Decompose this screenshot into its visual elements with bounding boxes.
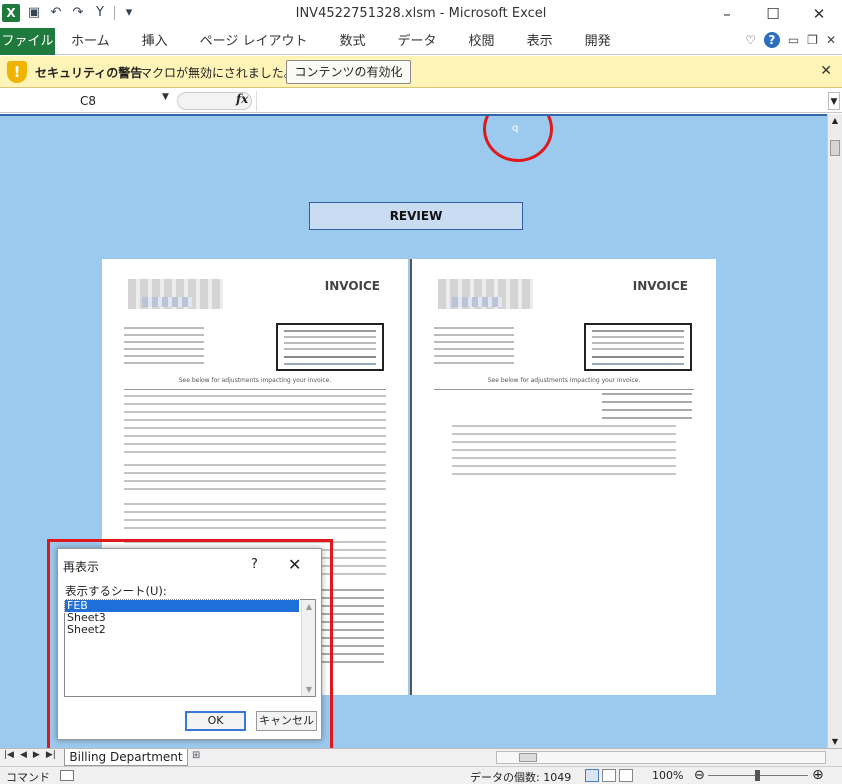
page-layout-view-icon[interactable] <box>602 769 616 782</box>
sheet-tab-bar: |◀ ◀ ▶ ▶| Billing Department ⊞ <box>0 748 842 766</box>
zoom-in-icon[interactable]: ⊕ <box>812 767 824 783</box>
ways-to-pay-block <box>452 425 676 481</box>
close-icon[interactable]: ✕ <box>820 63 832 79</box>
name-box[interactable]: C8 <box>2 91 174 111</box>
security-warning-message: マクロが無効にされました。 <box>140 66 296 80</box>
address-block <box>124 327 204 365</box>
invoice-title: INVOICE <box>632 279 688 293</box>
formula-bar: C8 ▼ fx ▼ <box>0 89 842 113</box>
scrollbar-thumb[interactable] <box>830 140 840 156</box>
scrollbar-thumb[interactable] <box>519 753 537 762</box>
divider <box>124 389 386 390</box>
page-break-view-icon[interactable] <box>619 769 633 782</box>
tab-insert[interactable]: 挿入 <box>126 28 184 55</box>
review-button[interactable]: REVIEW <box>309 202 523 230</box>
window-controls: – ☐ ✕ <box>704 0 842 28</box>
function-icon[interactable]: fx <box>236 92 248 106</box>
shield-warning-icon: ! <box>7 61 27 83</box>
sheet-navigation: |◀ ◀ ▶ ▶| <box>4 750 56 760</box>
close-button[interactable]: ✕ <box>796 0 842 28</box>
macro-record-icon[interactable] <box>60 770 74 781</box>
zoom-out-icon[interactable]: ⊖ <box>694 768 705 783</box>
security-warning-title: セキュリティの警告 <box>35 66 143 80</box>
status-count: データの個数: 1049 <box>470 771 572 784</box>
view-buttons <box>585 769 633 782</box>
next-sheet-icon[interactable]: ▶ <box>33 750 40 760</box>
scroll-up-icon[interactable]: ▲ <box>828 116 842 125</box>
ribbon-collapse-icon[interactable]: ♡ <box>745 33 756 47</box>
last-sheet-icon[interactable]: ▶| <box>46 750 56 760</box>
status-bar: コマンド データの個数: 1049 100% ⊖ ⊕ <box>0 766 842 784</box>
adjustments-note: See below for adjustments impacting your… <box>487 377 641 384</box>
ribbon-controls: ♡ ? ▭ ❐ ✕ <box>745 32 836 48</box>
vertical-scrollbar[interactable]: ▲ ▼ <box>827 114 842 748</box>
first-sheet-icon[interactable]: |◀ <box>4 750 14 760</box>
prev-sheet-icon[interactable]: ◀ <box>20 750 27 760</box>
tab-data[interactable]: データ <box>382 28 453 55</box>
horizontal-scrollbar[interactable] <box>496 751 826 764</box>
tab-developer[interactable]: 開発 <box>569 28 627 55</box>
minimize-button[interactable]: – <box>704 0 750 28</box>
help-icon[interactable]: ? <box>763 32 780 48</box>
tab-review[interactable]: 校閲 <box>453 28 511 55</box>
ribbon: ファイル ホーム 挿入 ページ レイアウト 数式 データ 校閲 表示 開発 ♡ … <box>0 28 842 55</box>
blurred-logo-subtext <box>142 297 192 307</box>
amount-due-box <box>584 323 692 371</box>
maximize-button[interactable]: ☐ <box>750 0 796 28</box>
insert-sheet-icon[interactable]: ⊞ <box>192 750 210 764</box>
highlight-rectangle <box>47 539 333 780</box>
ribbon-tabs: ホーム 挿入 ページ レイアウト 数式 データ 校閲 表示 開発 <box>55 28 627 55</box>
formula-input[interactable] <box>256 91 824 111</box>
amount-due-box <box>276 323 384 371</box>
tab-view[interactable]: 表示 <box>511 28 569 55</box>
normal-view-icon[interactable] <box>585 769 599 782</box>
sheet-tab-billing-department[interactable]: Billing Department <box>64 749 188 766</box>
title-bar: X ▣ ↶ ↷ Y ▾ INV4522751328.xlsm - Microso… <box>0 0 842 28</box>
security-warning-bar: ! セキュリティの警告 マクロが無効にされました。 コンテンツの有効化 ✕ <box>0 56 842 88</box>
load-details <box>124 395 386 455</box>
tab-file[interactable]: ファイル <box>0 28 55 55</box>
carrier-info <box>124 503 386 533</box>
invoice-image-right: INVOICE See below for adjustments impact… <box>410 259 716 695</box>
tab-formulas[interactable]: 数式 <box>324 28 382 55</box>
tab-page-layout[interactable]: ページ レイアウト <box>184 28 324 55</box>
highlight-circle <box>483 116 553 162</box>
chevron-down-icon[interactable]: ▼ <box>162 92 169 102</box>
totals-block <box>602 393 692 419</box>
status-mode: コマンド <box>6 771 50 784</box>
tab-home[interactable]: ホーム <box>55 28 126 55</box>
workbook-close-icon[interactable]: ✕ <box>826 33 836 47</box>
scroll-down-icon[interactable]: ▼ <box>828 737 842 746</box>
address-block <box>434 327 514 365</box>
expand-formula-bar-icon[interactable]: ▼ <box>828 92 840 110</box>
blurred-logo-subtext <box>452 297 502 307</box>
enable-content-button[interactable]: コンテンツの有効化 <box>286 60 411 84</box>
workbook-minimize-icon[interactable]: ▭ <box>788 33 799 47</box>
adjustments-note: See below for adjustments impacting your… <box>178 377 332 384</box>
commodity-info <box>124 464 386 494</box>
zoom-slider-thumb[interactable] <box>755 770 760 781</box>
zoom-level[interactable]: 100% <box>652 769 683 782</box>
workbook-restore-icon[interactable]: ❐ <box>807 33 818 47</box>
divider <box>434 389 694 390</box>
invoice-title: INVOICE <box>324 279 380 293</box>
